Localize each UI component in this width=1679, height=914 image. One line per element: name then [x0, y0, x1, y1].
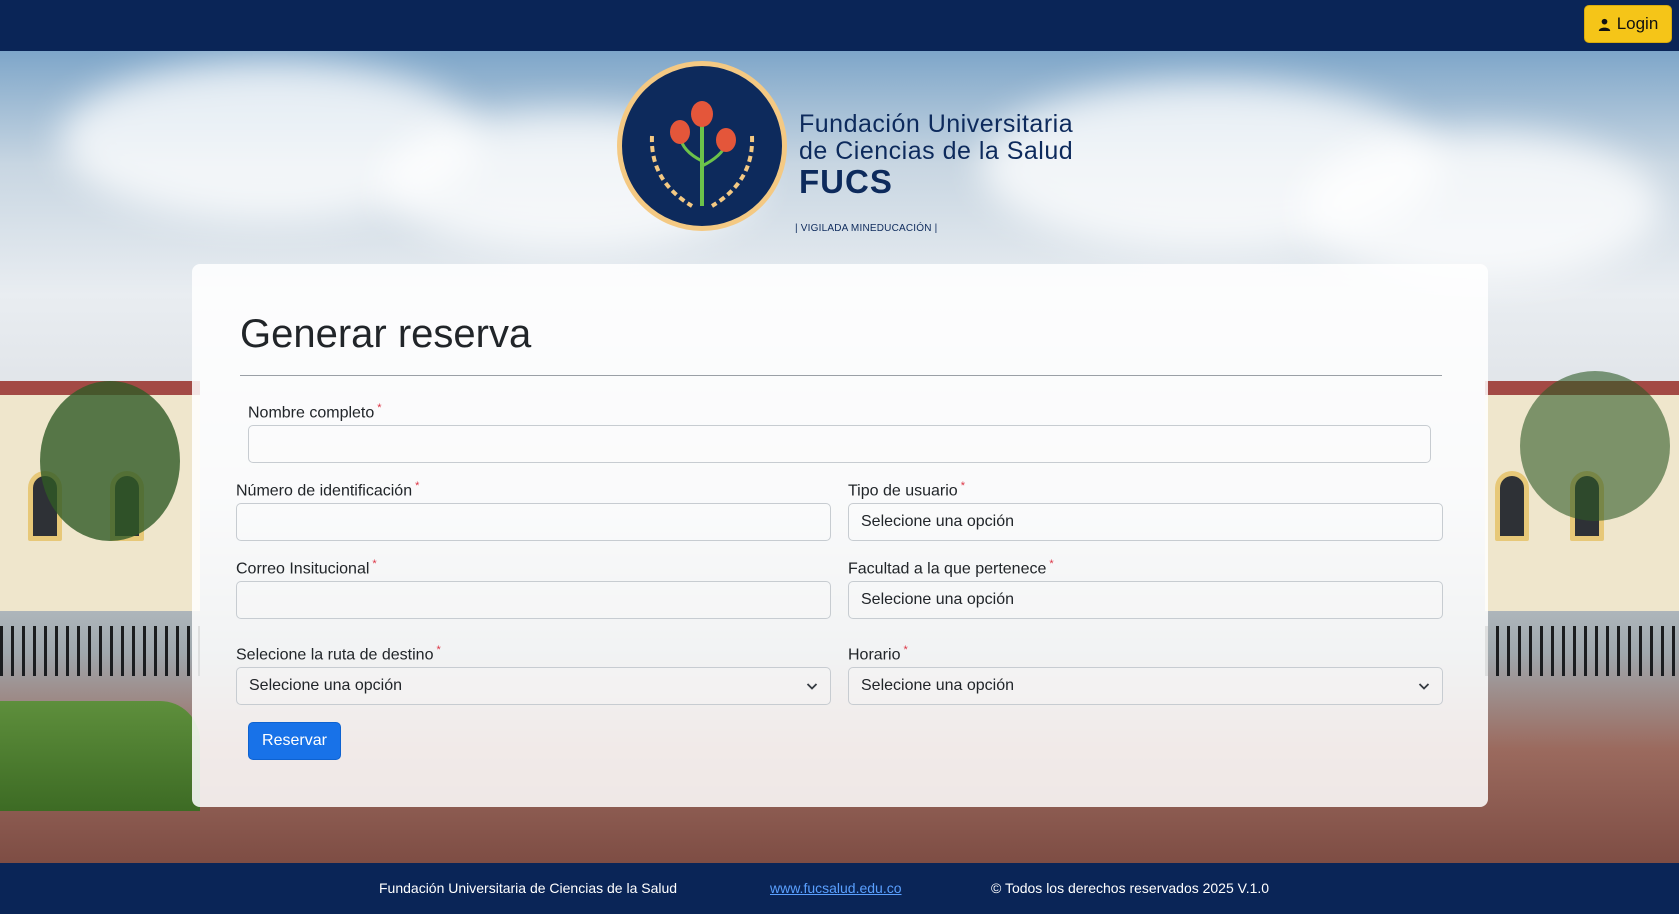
- ruta-label: Selecione la ruta de destino *: [236, 644, 441, 664]
- facultad-select[interactable]: Selecione una opción: [848, 581, 1443, 619]
- ruta-value: Selecione una opción: [249, 677, 403, 694]
- footer-website-link[interactable]: www.fucsalud.edu.co: [770, 880, 902, 896]
- logo-tagline: | VIGILADA MINEDUCACIÓN |: [795, 223, 938, 234]
- footer-org: Fundación Universitaria de Ciencias de l…: [379, 880, 678, 896]
- login-button[interactable]: Login: [1584, 5, 1672, 43]
- facultad-value: Selecione una opción: [861, 591, 1015, 608]
- correo-input[interactable]: [236, 581, 831, 619]
- horario-select[interactable]: Selecione una opción: [848, 667, 1443, 705]
- reservation-form-card: Generar reserva Nombre completo * Número …: [192, 264, 1488, 807]
- fucs-emblem-icon: [617, 61, 787, 231]
- logo-text-acronym: FUCS: [799, 163, 893, 200]
- user-icon: [1598, 18, 1610, 31]
- tipo-usuario-select[interactable]: Selecione una opción: [848, 503, 1443, 541]
- identificacion-label: Número de identificación *: [236, 480, 420, 500]
- logo-text-line2: de Ciencias de la Salud: [799, 137, 1074, 165]
- title-divider: [240, 375, 1442, 376]
- footer: Fundación Universitaria de Ciencias de l…: [0, 863, 1679, 914]
- horario-label: Horario *: [848, 644, 908, 664]
- horario-value: Selecione una opción: [861, 677, 1015, 694]
- nombre-label: Nombre completo *: [248, 402, 382, 422]
- ruta-select[interactable]: Selecione una opción: [236, 667, 831, 705]
- correo-label: Correo Insitucional *: [236, 558, 377, 578]
- footer-rights: © Todos los derechos reservados 2025 V.1…: [991, 880, 1270, 896]
- page-title: Generar reserva: [240, 312, 532, 356]
- logo-text-line1: Fundación Universitaria: [799, 110, 1074, 138]
- nombre-input[interactable]: [248, 425, 1431, 463]
- chevron-down-icon: [1418, 683, 1430, 690]
- identificacion-input[interactable]: [236, 503, 831, 541]
- chevron-down-icon: [806, 683, 818, 690]
- tipo-usuario-value: Selecione una opción: [861, 513, 1015, 530]
- reservar-button[interactable]: Reservar: [248, 722, 341, 760]
- top-navbar: Login: [0, 0, 1679, 51]
- tipo-usuario-label: Tipo de usuario *: [848, 480, 965, 500]
- fucs-logo: Fundación Universitaria de Ciencias de l…: [617, 61, 1073, 241]
- login-label: Login: [1616, 14, 1659, 33]
- facultad-label: Facultad a la que pertenece *: [848, 558, 1054, 578]
